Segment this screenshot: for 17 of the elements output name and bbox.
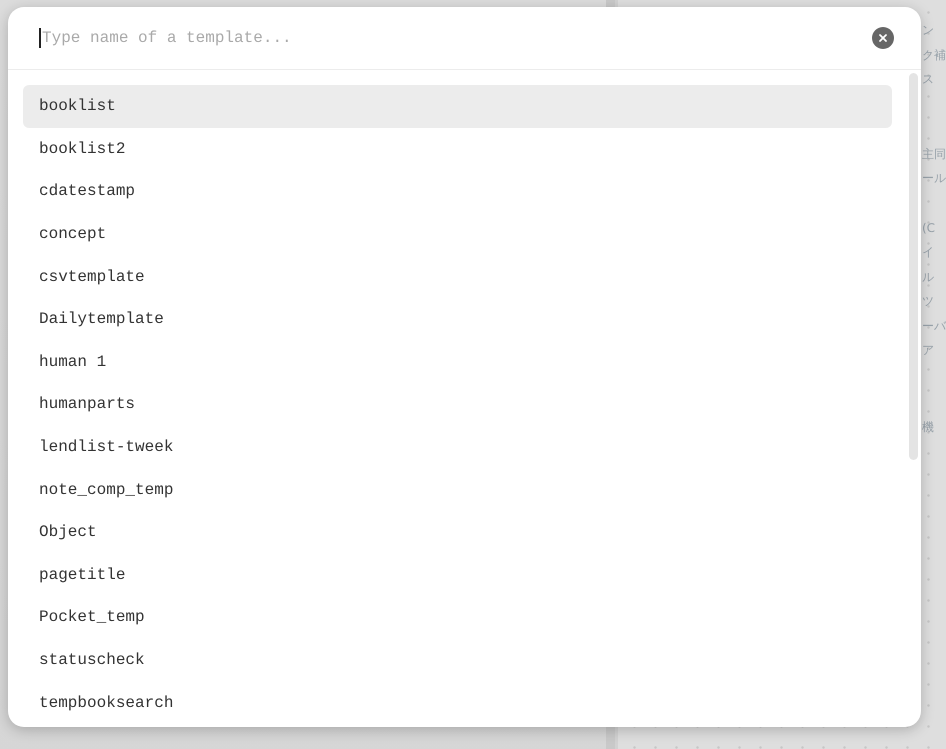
- background-text: ル: [922, 268, 935, 286]
- scrollbar-thumb[interactable]: [909, 73, 918, 460]
- background-text: 主同: [922, 146, 946, 162]
- search-field[interactable]: Type name of a template...: [41, 24, 872, 52]
- background-text: ス: [922, 71, 935, 88]
- template-item[interactable]: booklist: [23, 85, 892, 128]
- close-icon: [877, 32, 889, 44]
- background-text: イ: [922, 244, 935, 261]
- background-text: ア: [922, 342, 935, 359]
- background-text: ク補: [922, 46, 946, 64]
- background-text: ツ: [922, 293, 935, 310]
- background-text: ン: [922, 22, 935, 39]
- background-text: ール: [922, 170, 946, 187]
- background-text: 機: [922, 418, 935, 436]
- close-button[interactable]: [872, 27, 894, 49]
- background-text: (C: [922, 220, 936, 236]
- background-text: ーバ: [922, 318, 946, 334]
